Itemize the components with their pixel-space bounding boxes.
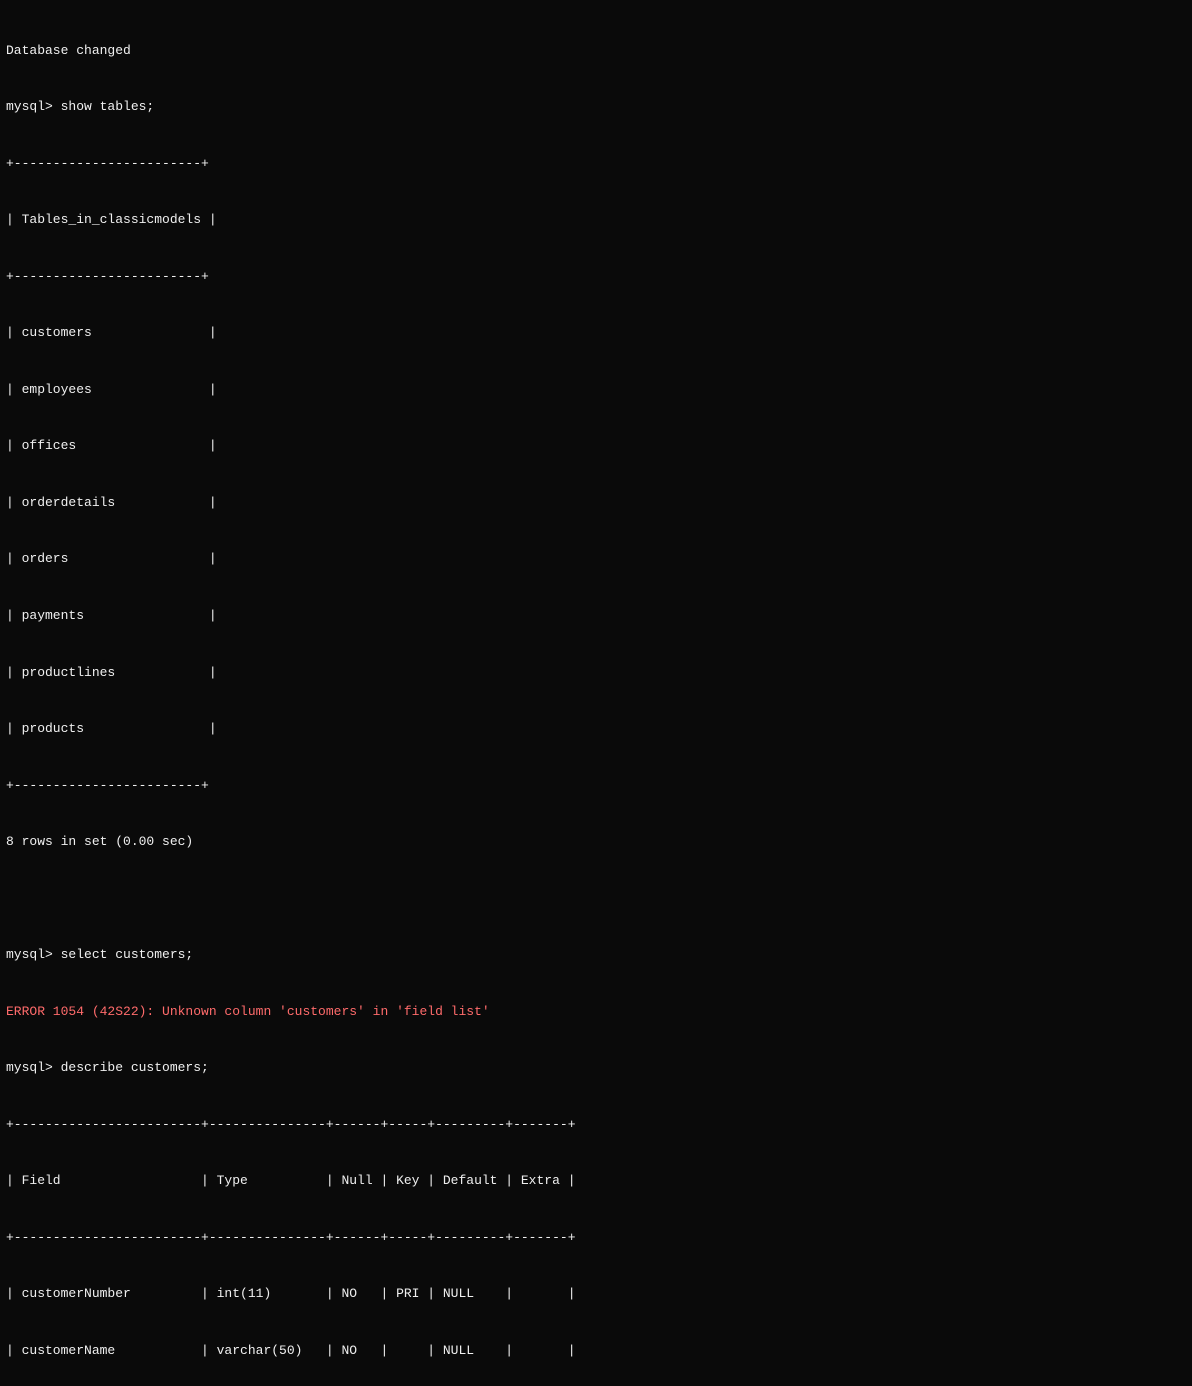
line-orders: | orders | bbox=[6, 550, 1186, 569]
line-describe-cmd: mysql> describe customers; bbox=[6, 1059, 1186, 1078]
line-8rows: 8 rows in set (0.00 sec) bbox=[6, 833, 1186, 852]
line-border-1: +------------------------+ bbox=[6, 155, 1186, 174]
line-border-3: +------------------------+ bbox=[6, 777, 1186, 796]
terminal-window: Database changed mysql> show tables; +--… bbox=[0, 0, 1192, 1386]
line-select-cmd: mysql> select customers; bbox=[6, 946, 1186, 965]
line-border-2: +------------------------+ bbox=[6, 268, 1186, 287]
line-empty-1 bbox=[6, 890, 1186, 909]
line-field-customername: | customerName | varchar(50) | NO | | NU… bbox=[6, 1342, 1186, 1361]
line-payments: | payments | bbox=[6, 607, 1186, 626]
line-desc-border-1: +------------------------+--------------… bbox=[6, 1116, 1186, 1135]
line-orderdetails: | orderdetails | bbox=[6, 494, 1186, 513]
line-desc-border-2: +------------------------+--------------… bbox=[6, 1229, 1186, 1248]
line-offices: | offices | bbox=[6, 437, 1186, 456]
line-desc-header: | Field | Type | Null | Key | Default | … bbox=[6, 1172, 1186, 1191]
line-products: | products | bbox=[6, 720, 1186, 739]
line-header: | Tables_in_classicmodels | bbox=[6, 211, 1186, 230]
line-error-1054: ERROR 1054 (42S22): Unknown column 'cust… bbox=[6, 1003, 1186, 1022]
line-db-changed: Database changed bbox=[6, 42, 1186, 61]
line-productlines: | productlines | bbox=[6, 664, 1186, 683]
line-show-tables-cmd: mysql> show tables; bbox=[6, 98, 1186, 117]
line-employees: | employees | bbox=[6, 381, 1186, 400]
line-customers: | customers | bbox=[6, 324, 1186, 343]
line-field-customernumber: | customerNumber | int(11) | NO | PRI | … bbox=[6, 1285, 1186, 1304]
